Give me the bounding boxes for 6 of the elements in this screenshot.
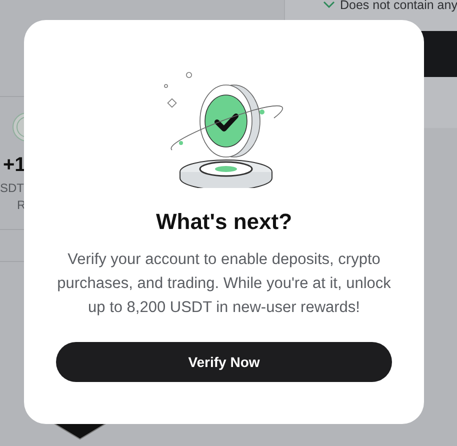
reward-amount: +1 xyxy=(3,154,26,177)
verify-button[interactable]: Verify Now xyxy=(56,342,392,382)
dialog-title: What's next? xyxy=(156,208,292,236)
reward-unit: SDT xyxy=(0,181,24,195)
dialog-message: Verify your account to enable deposits, crypto purchases, and trading. While you're at it, unlock up to 8,200 USDT in new-user rewards! xyxy=(56,250,392,318)
requirement-text: Does not contain any xyxy=(340,0,457,12)
